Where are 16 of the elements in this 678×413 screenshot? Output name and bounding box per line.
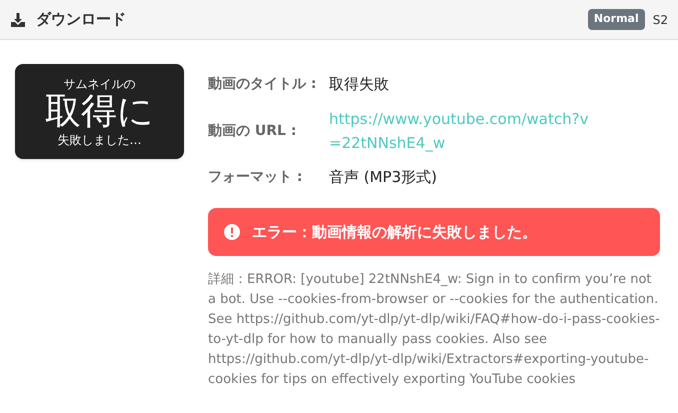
header-title: ダウンロード	[36, 9, 126, 30]
field-value: 取得失敗	[329, 74, 389, 96]
thumbnail-text: 失敗しました…	[58, 132, 142, 146]
status-badge: Normal	[588, 9, 645, 30]
field-value: 音声 (MP3形式)	[329, 167, 438, 188]
field-label: 動画のタイトル :	[208, 75, 318, 94]
code-label: S2	[652, 12, 668, 28]
error-message: エラー：動画情報の解析に失敗しました。	[252, 222, 537, 243]
field-label: 動画の URL :	[208, 122, 298, 140]
download-icon	[10, 12, 26, 28]
exclamation-icon	[224, 224, 240, 240]
error-detail: 詳細：ERROR: [youtube] 22tNNshE4_w: Sign in to confirm you’re not a bot. Use --cookies-from-browser or --cookies for the authentication. See https://github.com/yt-dlp/yt-dlp/wiki/FAQ#how-do-i-pass-cookies-to-yt-dlp for how to manually pass cookies. Also see https://github.com/yt-dlp/yt-dlp/wiki/Extractors#exporting-youtube-cookies for tips on effectively exporting YouTube cookies	[208, 271, 660, 389]
thumbnail-text: サムネイルの	[64, 76, 136, 90]
field-label: フォーマット :	[208, 168, 304, 187]
video-link[interactable]: https://www.youtube.com/watch?v=22tNNshE4_w	[329, 107, 599, 155]
thumbnail-text: 取得に	[45, 90, 154, 132]
